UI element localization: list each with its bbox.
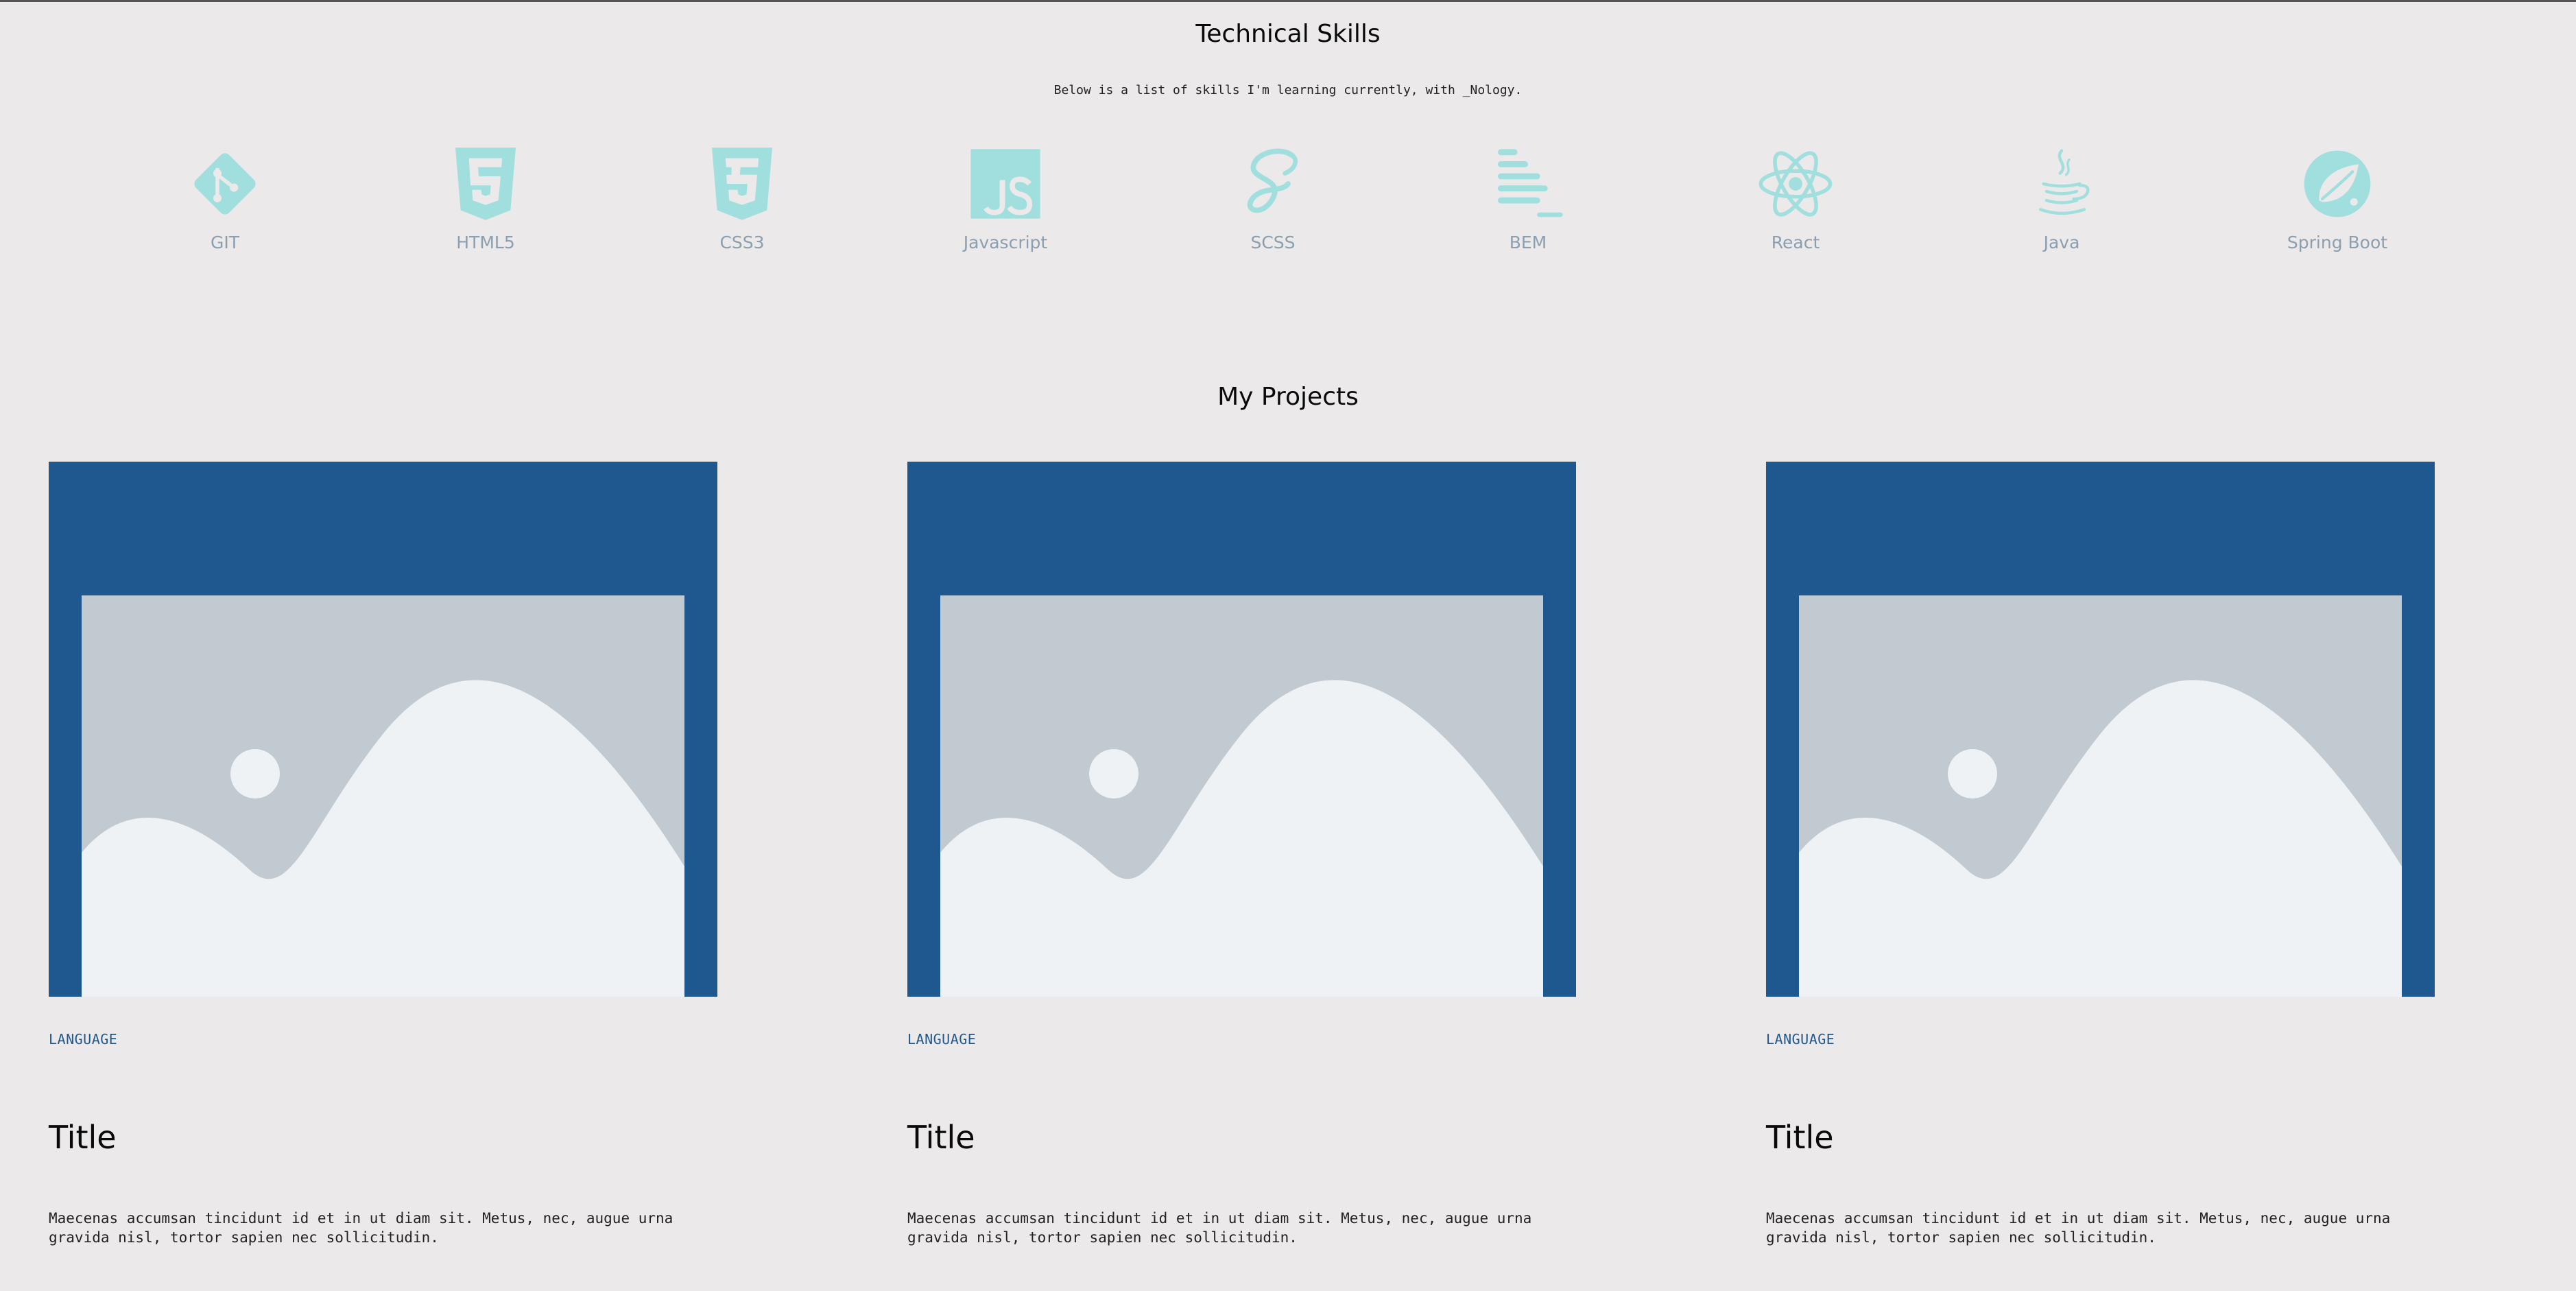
html5-icon [455, 147, 516, 220]
project-description-line: gravida nisl, tortor sapien nec sollicit… [1766, 1229, 2156, 1246]
skills-list: GIT HTML5 CSS3 Javascript SCSS BEM React… [0, 146, 2576, 276]
skill-label: Spring Boot [2287, 233, 2388, 252]
skill-scss: SCSS [1191, 146, 1355, 276]
project-description: Maecenas accumsan tincidunt id et in ut … [907, 1209, 1566, 1247]
project-thumbnail[interactable] [907, 462, 1576, 997]
project-title[interactable]: Title [49, 1119, 117, 1156]
skill-bem: BEM [1446, 146, 1610, 276]
project-language: LANGUAGE [1766, 1031, 1835, 1047]
project-title[interactable]: Title [907, 1119, 975, 1156]
project-description-line: Maecenas accumsan tincidunt id et in ut … [49, 1210, 673, 1227]
project-title[interactable]: Title [1766, 1119, 1834, 1156]
skills-heading: Technical Skills [1195, 20, 1381, 48]
project-description-line: Maecenas accumsan tincidunt id et in ut … [907, 1210, 1532, 1227]
skill-label: React [1771, 233, 1820, 252]
project-description-line: gravida nisl, tortor sapien nec sollicit… [907, 1229, 1298, 1246]
project-description: Maecenas accumsan tincidunt id et in ut … [1766, 1209, 2424, 1247]
skill-javascript: Javascript [923, 146, 1088, 276]
skill-react: React [1713, 146, 1878, 276]
skill-java: Java [1979, 146, 2144, 276]
sass-icon [1247, 148, 1298, 213]
project-language: LANGUAGE [907, 1031, 977, 1047]
skill-label: Java [2043, 233, 2080, 252]
project-card[interactable]: LANGUAGE Title Maecenas accumsan tincidu… [49, 462, 717, 1285]
projects-heading: My Projects [1217, 383, 1359, 411]
skill-label: Javascript [963, 233, 1048, 252]
project-thumbnail[interactable] [49, 462, 717, 997]
git-icon [194, 153, 256, 215]
image-placeholder-icon [1799, 595, 2402, 997]
project-thumbnail[interactable] [1766, 462, 2435, 997]
skill-label: BEM [1509, 233, 1547, 252]
project-description-line: Maecenas accumsan tincidunt id et in ut … [1766, 1210, 2391, 1227]
javascript-icon [970, 149, 1040, 219]
project-card[interactable]: LANGUAGE Title Maecenas accumsan tincidu… [1766, 462, 2435, 1285]
image-placeholder-icon [940, 595, 1543, 997]
skill-label: CSS3 [719, 233, 765, 252]
spring-boot-icon [2304, 150, 2371, 217]
project-language: LANGUAGE [49, 1031, 118, 1047]
java-icon [2039, 149, 2090, 215]
skills-subtitle: Below is a list of skills I'm learning c… [1053, 83, 1523, 97]
css3-icon [712, 147, 772, 220]
skill-html5: HTML5 [403, 146, 568, 276]
image-placeholder-icon [82, 595, 684, 997]
skill-spring-boot: Spring Boot [2255, 146, 2420, 276]
bem-icon [1498, 149, 1563, 217]
react-icon [1758, 151, 1833, 217]
project-description: Maecenas accumsan tincidunt id et in ut … [49, 1209, 707, 1247]
technical-skills-section: Technical Skills Below is a list of skil… [0, 2, 2576, 297]
skill-git: GIT [143, 146, 307, 276]
skill-label: HTML5 [456, 233, 515, 252]
project-description-line: gravida nisl, tortor sapien nec sollicit… [49, 1229, 439, 1246]
skill-label: GIT [210, 233, 240, 252]
skill-css3: CSS3 [660, 146, 824, 276]
project-card[interactable]: LANGUAGE Title Maecenas accumsan tincidu… [907, 462, 1576, 1285]
skill-label: SCSS [1250, 233, 1296, 252]
